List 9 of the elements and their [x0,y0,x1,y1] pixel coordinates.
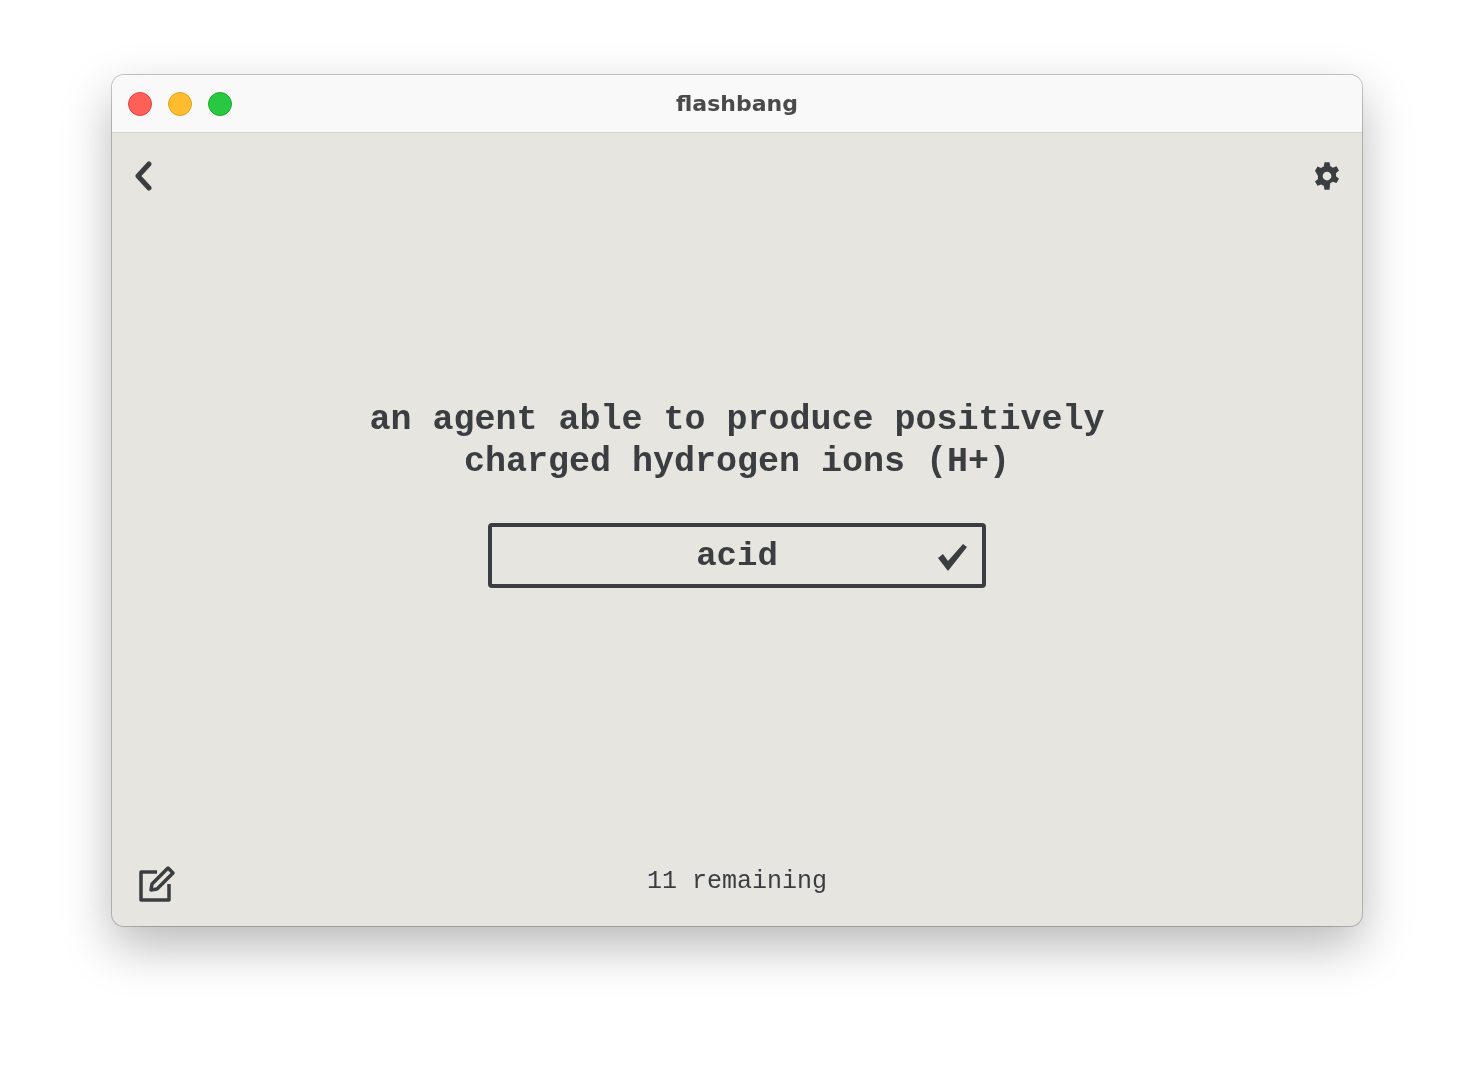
zoom-button[interactable] [208,92,232,116]
close-button[interactable] [128,92,152,116]
question-text: an agent able to produce positively charged hydrogen ions (H+) [368,399,1106,483]
settings-icon[interactable] [1312,161,1342,191]
answer-field[interactable]: acid [488,523,986,588]
edit-icon[interactable] [137,864,177,904]
remaining-count: 11 remaining [647,866,827,896]
back-icon[interactable] [134,161,154,191]
window-title: flashbang [676,91,798,116]
